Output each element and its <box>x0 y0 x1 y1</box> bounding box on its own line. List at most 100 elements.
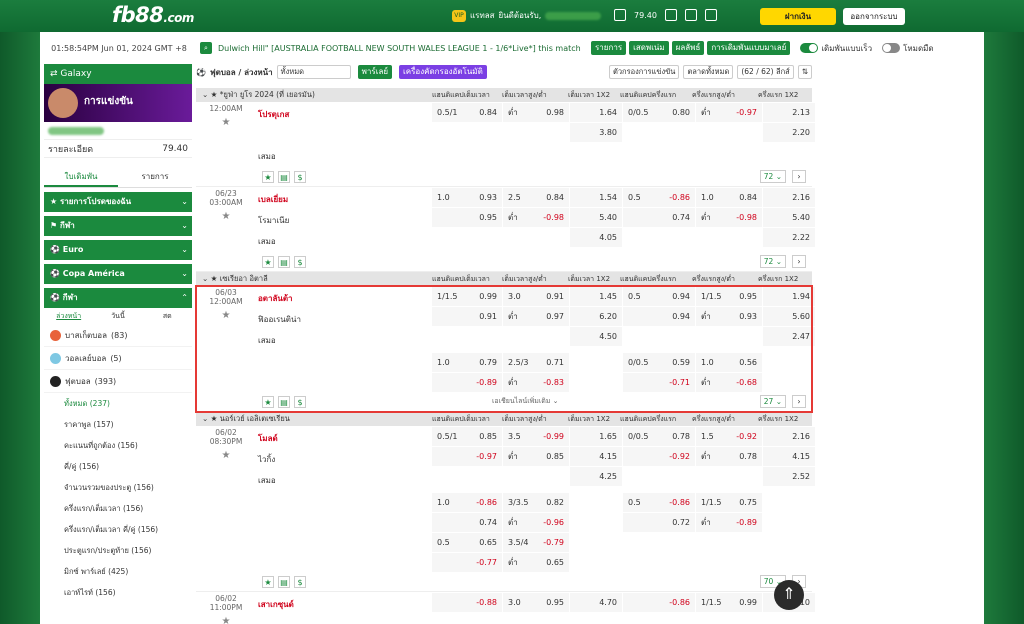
market-select[interactable]: ตลาดทั้งหมด <box>683 65 734 79</box>
odds-cell[interactable]: 3.0 0.91 <box>503 287 569 306</box>
logout-button[interactable]: ออกจากระบบ <box>843 8 905 25</box>
odds-cell[interactable]: 2.22 <box>763 228 815 247</box>
more-markets-count[interactable]: 72 ⌄ <box>759 255 786 268</box>
stats-icon[interactable]: ▤ <box>278 575 290 588</box>
away-team[interactable]: ฟิออเรนติน่า <box>258 309 432 330</box>
odds-cell[interactable]: 0.94 <box>623 307 695 326</box>
league-header[interactable]: ⌄ ★ *ยูฟ่า ยูโร 2024 (ที่ เยอรมัน) แฮนดิแ… <box>196 88 812 102</box>
market-item[interactable]: ราคาพูล (157) <box>44 414 192 435</box>
odds-cell[interactable]: 3.5/4 -0.79 <box>503 533 569 552</box>
odds-cell[interactable]: 0.91 <box>432 307 502 326</box>
message-icon[interactable] <box>664 9 677 21</box>
odds-cell[interactable]: ต่ำ 0.93 <box>696 307 762 326</box>
odds-cell[interactable]: 0.95 <box>432 208 502 227</box>
market-item[interactable]: ครึ่งแรก/เต็มเวลา คี่/คู่ (156) <box>44 519 192 540</box>
odds-cell[interactable]: 0.5 0.94 <box>623 287 695 306</box>
odds-cell[interactable]: 0.74 <box>432 513 502 532</box>
odds-cell[interactable]: 1.0 0.84 <box>696 188 762 207</box>
odds-cell[interactable]: 4.70 <box>570 593 622 612</box>
stats-icon[interactable]: ▤ <box>278 395 290 408</box>
cashout-icon[interactable]: $ <box>294 255 306 268</box>
odds-cell[interactable]: 0.5 0.65 <box>432 533 502 552</box>
market-item[interactable]: ครึ่งแรก/เต็มเวลา (156) <box>44 498 192 519</box>
odds-cell[interactable]: 5.40 <box>570 208 622 227</box>
odds-cell[interactable]: -0.86 <box>623 593 695 612</box>
parlay-button[interactable]: พาร์เลย์ <box>357 65 393 79</box>
odds-cell[interactable]: 2.16 <box>763 427 815 446</box>
odds-cell[interactable]: 2.13 <box>763 103 815 122</box>
results-button[interactable]: ผลลัพธ์ <box>671 41 705 55</box>
stats-icon[interactable]: ▤ <box>278 255 290 268</box>
filter-select[interactable]: ทั้งหมด <box>276 65 351 79</box>
galaxy-link[interactable]: ⇄ Galaxy <box>44 64 192 84</box>
sort-icon[interactable]: ⇅ <box>797 65 812 79</box>
away-team[interactable] <box>258 125 432 146</box>
odds-cell[interactable]: 1/1.5 0.99 <box>432 287 502 306</box>
odds-cell[interactable]: 6.20 <box>570 307 622 326</box>
scroll-top-button[interactable]: ⇑ <box>774 580 804 610</box>
support-icon[interactable] <box>684 9 697 21</box>
odds-cell[interactable]: 4.05 <box>570 228 622 247</box>
wallet-icon[interactable] <box>614 9 626 21</box>
odds-cell[interactable]: 1.64 <box>570 103 622 122</box>
odds-cell[interactable]: 4.15 <box>570 447 622 466</box>
league-header[interactable]: ⌄ ★ นอร์เวย์ เอลิเตเซเรียน แฮนดิแคปเต็มเว… <box>196 412 812 426</box>
odds-cell[interactable]: 3/3.5 0.82 <box>503 493 569 512</box>
odds-cell[interactable]: ต่ำ -0.96 <box>503 513 569 532</box>
favorite-star-icon[interactable]: ★ <box>196 117 256 128</box>
odds-cell[interactable]: 2.52 <box>763 467 815 486</box>
home-team[interactable]: เสาเกซุนด์ <box>258 594 432 615</box>
away-team[interactable]: โรมาเนีย <box>258 210 432 231</box>
favorite-icon[interactable]: ★ <box>262 575 274 588</box>
odds-cell[interactable]: ต่ำ -0.68 <box>696 373 762 392</box>
more-markets-count[interactable]: 27 ⌄ <box>759 395 786 408</box>
league-count[interactable]: (62 / 62) ลีกส์ <box>737 65 794 79</box>
sport-item[interactable]: ฟุตบอล (393) <box>44 370 192 393</box>
odds-cell[interactable]: -0.97 <box>432 447 502 466</box>
sport-item[interactable]: วอลเลย์บอล (5) <box>44 347 192 370</box>
market-item[interactable]: คะแนนที่ถูกต้อง (156) <box>44 435 192 456</box>
dark-mode-toggle[interactable]: โหมดมืด <box>882 42 934 55</box>
odds-cell[interactable]: 3.5 -0.99 <box>503 427 569 446</box>
odds-cell[interactable]: ต่ำ 0.65 <box>503 553 569 572</box>
odds-type-select[interactable]: การเดิมพันแบบมาเลย์ <box>707 41 791 55</box>
tab-today[interactable]: วันนี้ <box>93 311 142 322</box>
odds-cell[interactable]: 2.16 <box>763 188 815 207</box>
odds-cell[interactable]: 1.65 <box>570 427 622 446</box>
odds-cell[interactable]: 1.94 <box>763 287 815 306</box>
odds-cell[interactable]: ต่ำ -0.89 <box>696 513 762 532</box>
odds-cell[interactable]: 0/0.5 0.78 <box>623 427 695 446</box>
cashout-icon[interactable]: $ <box>294 575 306 588</box>
odds-cell[interactable]: 1.0 0.79 <box>432 353 502 372</box>
sport-item[interactable]: บาสเก็ตบอล (83) <box>44 324 192 347</box>
favorite-star-icon[interactable]: ★ <box>196 616 256 624</box>
odds-cell[interactable]: 3.0 0.95 <box>503 593 569 612</box>
league-header[interactable]: ⌄ ★ เซเรียอา อิตาลี แฮนดิแคปเต็มเวลา เต็มเ… <box>196 272 812 286</box>
odds-cell[interactable]: ต่ำ -0.98 <box>503 208 569 227</box>
odds-cell[interactable]: 4.25 <box>570 467 622 486</box>
auto-filter-button[interactable]: เครื่องคัดกรองอัตโนมัติ <box>399 65 487 79</box>
odds-cell[interactable]: 0/0.5 0.59 <box>623 353 695 372</box>
favorite-star-icon[interactable]: ★ <box>196 450 256 461</box>
home-team[interactable]: โมลด์ <box>258 428 432 449</box>
match-filter-select[interactable]: ตัวกรองการแข่งขัน <box>608 65 680 79</box>
search-icon[interactable]: ⌕ <box>200 42 212 54</box>
odds-cell[interactable]: -0.89 <box>432 373 502 392</box>
copa-header[interactable]: ⚽ Copa América ⌄ <box>44 264 192 284</box>
odds-cell[interactable]: 1.0 -0.86 <box>432 493 502 512</box>
odds-cell[interactable]: 1.0 0.56 <box>696 353 762 372</box>
toggle-switch[interactable] <box>882 43 901 53</box>
odds-cell[interactable]: 2.5 0.84 <box>503 188 569 207</box>
odds-cell[interactable]: 2.47 <box>763 327 815 346</box>
market-item[interactable]: เอาท์ไรท์ (156) <box>44 582 192 603</box>
odds-cell[interactable]: ต่ำ -0.83 <box>503 373 569 392</box>
odds-cell[interactable]: 2.5/3 0.71 <box>503 353 569 372</box>
favorite-icon[interactable]: ★ <box>262 170 274 183</box>
favorite-star-icon[interactable]: ★ <box>196 310 256 321</box>
chevron-right-icon[interactable]: › <box>792 170 806 183</box>
odds-cell[interactable]: 1/1.5 0.95 <box>696 287 762 306</box>
odds-cell[interactable]: ต่ำ -0.98 <box>696 208 762 227</box>
odds-cell[interactable]: 0/0.5 0.80 <box>623 103 695 122</box>
odds-cell[interactable]: 5.60 <box>763 307 815 326</box>
toggle-switch[interactable] <box>800 43 819 53</box>
